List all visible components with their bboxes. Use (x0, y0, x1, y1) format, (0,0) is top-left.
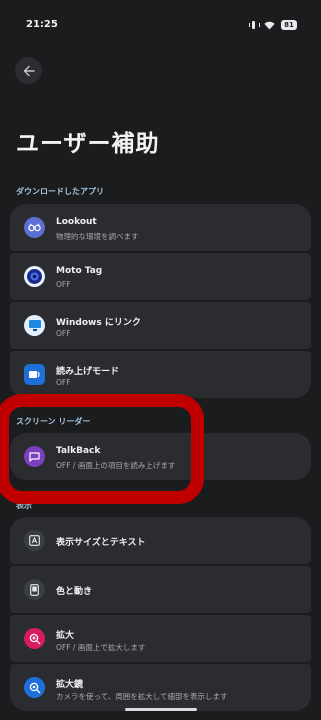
screen-reader-group: TalkBack OFF / 画面上の項目を読み上げます (10, 433, 311, 482)
status-time: 21:25 (26, 19, 58, 30)
list-item-magnification[interactable]: 拡大 OFF / 画面上で拡大します (10, 615, 311, 662)
text-size-icon (24, 530, 45, 551)
gesture-nav-handle[interactable] (125, 708, 197, 711)
item-title: TalkBack (56, 446, 101, 456)
item-title: 拡大鏡 (56, 680, 84, 690)
status-icons: 81 (249, 19, 297, 31)
vibrate-icon (249, 21, 260, 29)
list-item-color-motion[interactable]: 色と動き (10, 566, 311, 613)
reading-icon (24, 364, 45, 385)
list-item-talkback[interactable]: TalkBack OFF / 画面上の項目を読み上げます (10, 433, 311, 480)
battery-icon: 81 (281, 20, 297, 30)
magnifier-app-icon (24, 677, 45, 698)
list-item-windows-link[interactable]: Windows にリンク OFF (10, 302, 311, 349)
status-bar: 21:25 81 (0, 0, 321, 50)
phone-color-icon (24, 579, 45, 600)
item-title: 表示サイズとテキスト (56, 538, 146, 548)
item-subtitle: カメラを使って、周囲を拡大して細部を表示します (56, 692, 228, 701)
item-title: 拡大 (56, 631, 75, 641)
page-title: ユーザー補助 (16, 131, 160, 157)
section-header-screen-reader: スクリーン リーダー (16, 417, 91, 426)
item-subtitle: OFF / 画面上で拡大します (56, 643, 146, 652)
list-item-magnifier[interactable]: 拡大鏡 カメラを使って、周囲を拡大して細部を表示します (10, 664, 311, 711)
monitor-icon (24, 315, 45, 336)
list-item-reading-mode[interactable]: 読み上げモード OFF (10, 351, 311, 398)
display-group: 表示サイズとテキスト 色と動き 拡大 OFF / 画面上で拡大します 拡大鏡 カ… (10, 517, 311, 713)
item-title: 色と動き (56, 587, 93, 597)
list-item-display-size-text[interactable]: 表示サイズとテキスト (10, 517, 311, 564)
glasses-icon (24, 217, 45, 238)
section-header-downloaded: ダウンロードしたアプリ (16, 187, 104, 196)
item-subtitle: OFF (56, 378, 71, 387)
list-item-moto-tag[interactable]: Moto Tag OFF (10, 253, 311, 300)
chat-icon (24, 446, 45, 467)
item-subtitle: OFF (56, 329, 71, 338)
item-title: Lookout (56, 217, 97, 227)
downloaded-apps-group: Lookout 物理的な環境を調べます Moto Tag OFF Windows… (10, 204, 311, 400)
item-subtitle: OFF (56, 280, 71, 289)
magnify-icon (24, 628, 45, 649)
item-subtitle: OFF / 画面上の項目を読み上げます (56, 461, 176, 470)
item-title: Windows にリンク (56, 318, 141, 328)
target-icon (24, 266, 45, 287)
back-button[interactable] (15, 57, 42, 84)
item-title: 読み上げモード (56, 367, 120, 377)
item-title: Moto Tag (56, 266, 103, 276)
item-subtitle: 物理的な環境を調べます (56, 232, 139, 241)
wifi-icon (264, 21, 275, 30)
section-header-display: 表示 (16, 501, 32, 510)
arrow-back-icon (23, 65, 35, 76)
list-item-lookout[interactable]: Lookout 物理的な環境を調べます (10, 204, 311, 251)
